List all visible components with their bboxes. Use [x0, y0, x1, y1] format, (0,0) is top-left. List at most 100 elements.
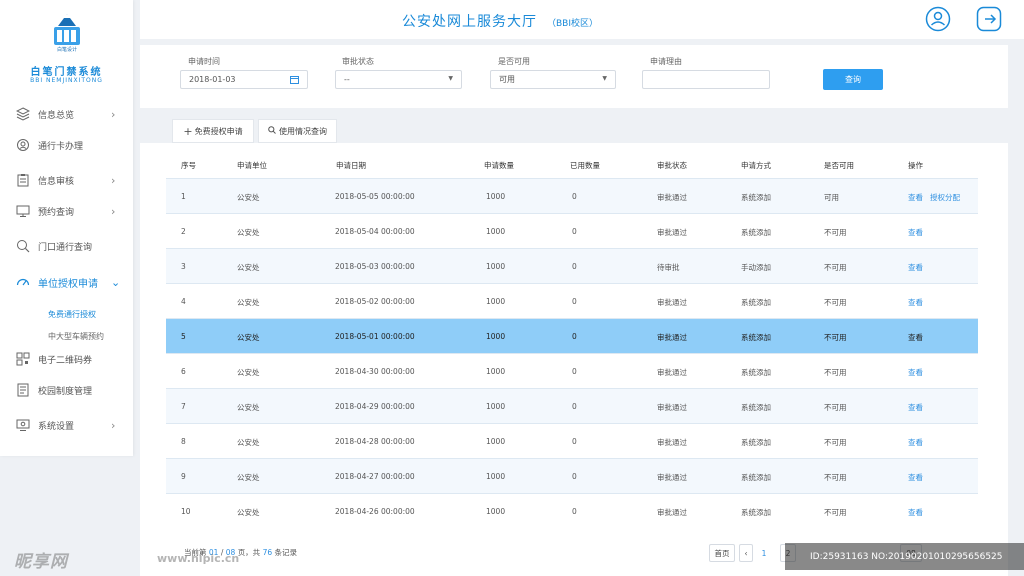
available-value: 可用: [499, 75, 515, 84]
table-row[interactable]: 6 公安处 2018-04-30 00:00:00 1000 0 审批通过 系统添加 不可用 查…: [166, 353, 978, 388]
view-link[interactable]: 查看: [908, 192, 923, 203]
cell-available: 不可用: [824, 298, 847, 307]
cell-date: 2018-04-29 00:00:00: [335, 402, 415, 411]
sidebar-item-pass-card[interactable]: 通行卡办理: [0, 130, 133, 160]
sidebar-subitem-vehicle[interactable]: 中大型车辆预约: [48, 331, 104, 342]
view-link[interactable]: 查看: [908, 262, 923, 273]
sidebar-item-review[interactable]: 信息审核 ›: [0, 165, 133, 195]
first-page-button[interactable]: 首页: [709, 544, 735, 562]
cell-available: 不可用: [824, 228, 847, 237]
cell-method: 系统添加: [741, 438, 771, 447]
available-select[interactable]: 可用 ▼: [490, 70, 616, 89]
view-link[interactable]: 查看: [908, 402, 923, 413]
prev-page-button[interactable]: ‹: [739, 544, 753, 562]
view-link[interactable]: 查看: [908, 507, 923, 518]
watermark-url: www.nipic.cn: [157, 552, 240, 565]
cell-unit: 公安处: [237, 298, 260, 307]
view-link[interactable]: 查看: [908, 367, 923, 378]
view-link[interactable]: 查看: [908, 227, 923, 238]
page-title: 公安处网上服务大厅: [402, 14, 537, 30]
table-row[interactable]: 5 公安处 2018-05-01 00:00:00 1000 0 审批通过 系统添加 不可用 查…: [166, 318, 978, 353]
column-header: 是否可用: [824, 161, 854, 170]
sidebar-item-label: 门口通行查询: [38, 242, 93, 253]
table-row[interactable]: 9 公安处 2018-04-27 00:00:00 1000 0 审批通过 系统添加 不可用 查…: [166, 458, 978, 493]
cell-method: 系统添加: [741, 298, 771, 307]
sidebar-item-gate-query[interactable]: 门口通行查询: [0, 231, 133, 261]
search-icon: [268, 126, 276, 136]
cell-used: 0: [572, 437, 577, 446]
clipboard-icon: [15, 172, 31, 188]
image-id-strip: ID:25931163 NO:20190201010295656525: [785, 543, 1024, 570]
chevron-right-icon: ›: [111, 107, 116, 121]
logout-icon[interactable]: [976, 6, 1002, 32]
reason-input[interactable]: [642, 70, 770, 89]
header: 公安处网上服务大厅 （BBI校区）: [140, 0, 1024, 39]
table-row[interactable]: 2 公安处 2018-05-04 00:00:00 1000 0 审批通过 系统添加 不可用 查…: [166, 213, 978, 248]
logo-caption: 白笔设计: [56, 47, 77, 53]
cell-status: 审批通过: [657, 298, 687, 307]
cell-date: 2018-04-28 00:00:00: [335, 437, 415, 446]
assign-link[interactable]: 授权分配: [930, 192, 960, 203]
sidebar-item-label: 校园制度管理: [38, 386, 93, 397]
cell-unit: 公安处: [237, 473, 260, 482]
chevron-right-icon: ›: [111, 418, 116, 432]
cell-no: 5: [181, 332, 186, 341]
column-header: 序号: [181, 161, 196, 170]
cell-qty: 1000: [486, 367, 506, 376]
table-row[interactable]: 3 公安处 2018-05-03 00:00:00 1000 0 待审批 手动添加 不可用 查看: [166, 248, 978, 283]
cell-method: 系统添加: [741, 228, 771, 237]
page-1-button[interactable]: 1: [756, 544, 772, 562]
sidebar-item-unit-auth[interactable]: 单位授权申请 ⌄: [0, 267, 133, 297]
sidebar-subitem-free-pass[interactable]: 免费通行授权: [48, 309, 96, 320]
table-row[interactable]: 8 公安处 2018-04-28 00:00:00 1000 0 审批通过 系统添加 不可用 查…: [166, 423, 978, 458]
cell-method: 系统添加: [741, 193, 771, 202]
cell-status: 审批通过: [657, 368, 687, 377]
cell-used: 0: [572, 507, 577, 516]
cell-available: 不可用: [824, 438, 847, 447]
table-row[interactable]: 7 公安处 2018-04-29 00:00:00 1000 0 审批通过 系统添加 不可用 查…: [166, 388, 978, 423]
layers-icon: [15, 106, 31, 122]
cell-unit: 公安处: [237, 193, 260, 202]
cell-available: 不可用: [824, 333, 847, 342]
cell-used: 0: [572, 472, 577, 481]
cell-status: 审批通过: [657, 403, 687, 412]
view-link[interactable]: 查看: [908, 437, 923, 448]
query-button[interactable]: 查询: [823, 69, 883, 90]
chevron-right-icon: ›: [111, 204, 116, 218]
view-link[interactable]: 查看: [908, 332, 923, 343]
column-header: 申请数量: [484, 161, 514, 170]
table-row[interactable]: 10 公安处 2018-04-26 00:00:00 1000 0 审批通过 系统添加 不可用…: [166, 493, 978, 528]
sidebar-item-qrcode[interactable]: 电子二维码券: [0, 344, 133, 374]
tab-free-auth-apply[interactable]: + 免费授权申请: [172, 119, 254, 143]
sidebar-item-policy[interactable]: 校园制度管理: [0, 375, 133, 405]
cell-no: 2: [181, 227, 186, 236]
cell-date: 2018-04-26 00:00:00: [335, 507, 415, 516]
cell-method: 系统添加: [741, 403, 771, 412]
date-field[interactable]: 2018-01-03: [180, 70, 308, 89]
view-link[interactable]: 查看: [908, 297, 923, 308]
cell-no: 9: [181, 472, 186, 481]
cell-status: 审批通过: [657, 333, 687, 342]
tab-usage-query[interactable]: 使用情况查询: [258, 119, 337, 143]
sidebar-item-settings[interactable]: 系统设置 ›: [0, 410, 133, 440]
status-select[interactable]: -- ▼: [335, 70, 462, 89]
calendar-icon[interactable]: [290, 75, 299, 86]
view-link[interactable]: 查看: [908, 472, 923, 483]
cell-method: 手动添加: [741, 263, 771, 272]
cell-date: 2018-05-02 00:00:00: [335, 297, 415, 306]
available-label: 是否可用: [498, 57, 530, 66]
pager-text: 条记录: [274, 548, 298, 557]
status-value: --: [344, 75, 350, 84]
user-icon[interactable]: [925, 6, 951, 32]
cell-date: 2018-04-30 00:00:00: [335, 367, 415, 376]
table-row[interactable]: 4 公安处 2018-05-02 00:00:00 1000 0 审批通过 系统添加 不可用 查…: [166, 283, 978, 318]
cell-no: 7: [181, 402, 186, 411]
cell-no: 10: [181, 507, 191, 516]
caret-down-icon: ▼: [602, 75, 607, 82]
sidebar-item-reservation[interactable]: 预约查询 ›: [0, 196, 133, 226]
cell-date: 2018-04-27 00:00:00: [335, 472, 415, 481]
table-row[interactable]: 1 公安处 2018-05-05 00:00:00 1000 0 审批通过 系统添加 可用 查看…: [166, 178, 978, 213]
sidebar-item-overview[interactable]: 信息总览 ›: [0, 99, 133, 129]
search-icon: [15, 238, 31, 254]
cell-qty: 1000: [486, 262, 506, 271]
